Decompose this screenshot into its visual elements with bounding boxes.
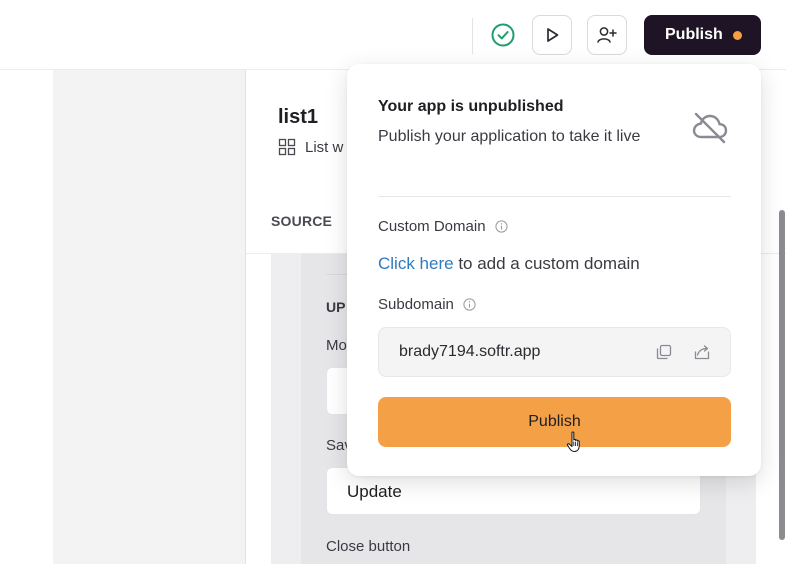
- tab-source[interactable]: SOURCE: [271, 213, 332, 229]
- preview-button[interactable]: [532, 15, 572, 55]
- add-user-icon: [597, 27, 617, 43]
- popover-description: Publish your application to take it live: [378, 128, 641, 145]
- copy-icon[interactable]: [655, 343, 673, 361]
- info-icon[interactable]: [463, 298, 476, 311]
- hand-cursor-icon: [566, 431, 580, 452]
- subdomain-label: Subdomain: [378, 296, 476, 313]
- custom-domain-hint-text: to add a custom domain: [453, 254, 640, 273]
- custom-domain-label-text: Custom Domain: [378, 218, 486, 235]
- close-button-label: Close button: [326, 538, 411, 555]
- field1-label: Mo: [326, 337, 347, 354]
- grid-icon: [278, 138, 296, 156]
- publish-menu-label: Publish: [665, 26, 723, 43]
- canvas-area: [53, 70, 246, 564]
- toolbar-divider: [472, 18, 473, 54]
- publish-menu-button[interactable]: Publish: [644, 15, 761, 55]
- block-title: list1: [278, 106, 319, 128]
- panel-scrollbar[interactable]: [779, 210, 785, 540]
- top-bar: Publish: [0, 0, 786, 70]
- cloud-off-icon: [692, 112, 728, 144]
- play-icon: [547, 28, 559, 42]
- popover-divider: [378, 196, 731, 197]
- custom-domain-hint: Click here to add a custom domain: [378, 254, 640, 274]
- invite-user-button[interactable]: [587, 15, 627, 55]
- block-subtitle-text: List w: [305, 138, 344, 156]
- unpublished-status-dot: [732, 30, 742, 40]
- subdomain-label-text: Subdomain: [378, 296, 454, 313]
- subdomain-field[interactable]: brady7194.softr.app: [378, 327, 731, 377]
- block-subtitle: List w: [278, 138, 343, 156]
- form-section-label: UP: [326, 299, 346, 315]
- publish-popover: Your app is unpublished Publish your app…: [347, 64, 761, 476]
- check-circle-icon[interactable]: [490, 22, 516, 48]
- custom-domain-link[interactable]: Click here: [378, 254, 454, 273]
- info-icon[interactable]: [494, 220, 508, 233]
- popover-title: Your app is unpublished: [378, 98, 564, 115]
- publish-button[interactable]: Publish: [378, 397, 731, 447]
- share-icon[interactable]: [693, 343, 711, 361]
- subdomain-value: brady7194.softr.app: [399, 343, 541, 360]
- custom-domain-label: Custom Domain: [378, 218, 508, 235]
- left-gutter: [0, 70, 53, 564]
